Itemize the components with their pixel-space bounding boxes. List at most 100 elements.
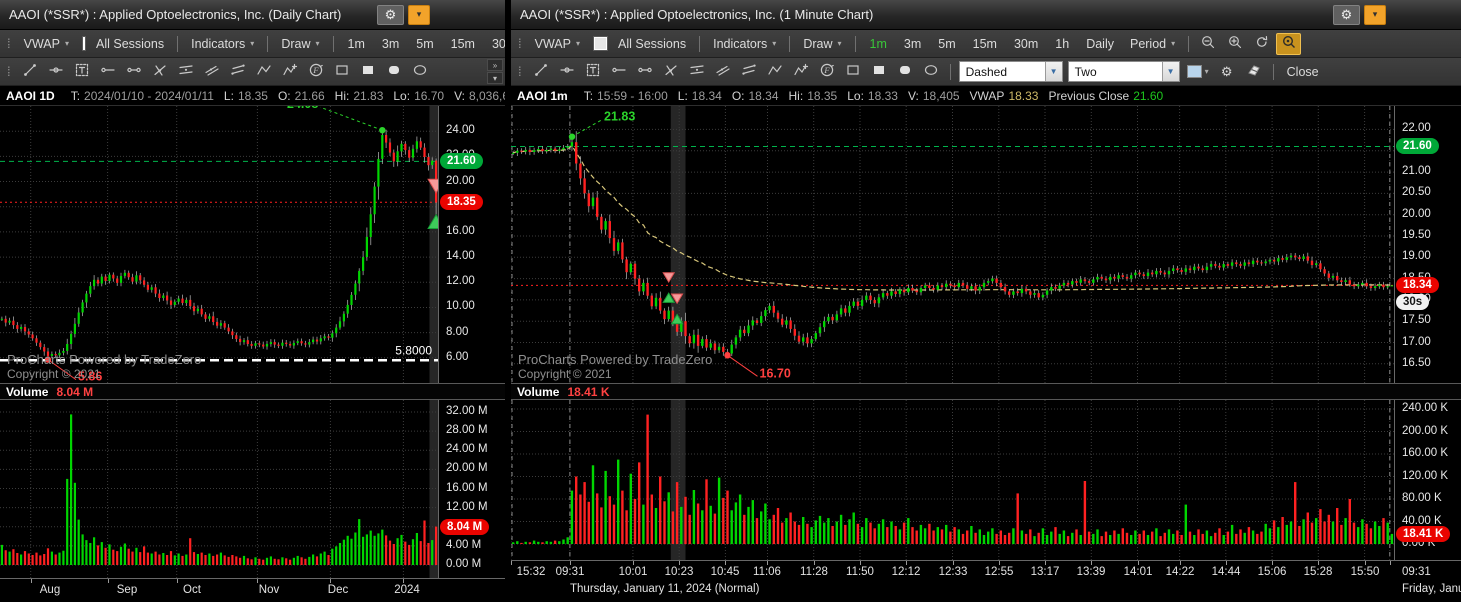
- ray-button[interactable]: [43, 61, 69, 83]
- zigzag-button[interactable]: [251, 61, 277, 83]
- timeframe-1h-button[interactable]: 1h: [1047, 32, 1077, 56]
- zigzag-plus-button[interactable]: [788, 61, 814, 83]
- indicators-dropdown[interactable]: Indicators ▾: [184, 32, 261, 56]
- fibonacci-button[interactable]: F: [303, 61, 329, 83]
- ray-button[interactable]: [554, 61, 580, 83]
- price-tick-label: 19.00: [1402, 250, 1431, 262]
- parallel-lines-button[interactable]: [225, 61, 251, 83]
- timeframe-1m-button[interactable]: 1m: [862, 32, 895, 56]
- timeframe-30m-button[interactable]: 30m: [1006, 32, 1046, 56]
- cross-line-button[interactable]: [147, 61, 173, 83]
- vwap-dropdown[interactable]: VWAP ▾: [17, 32, 76, 56]
- sloped-channel-button[interactable]: [199, 61, 225, 83]
- toolbar-overflow-expand-button[interactable]: »: [487, 59, 503, 71]
- toolbar-grip[interactable]: ⁞: [2, 64, 16, 79]
- text-button[interactable]: [580, 61, 606, 83]
- rect-filled-button[interactable]: [866, 61, 892, 83]
- period-dropdown[interactable]: Period ▾: [1123, 32, 1182, 56]
- extended-line-button[interactable]: [632, 61, 658, 83]
- field-label: L:: [677, 88, 688, 103]
- volume-axis[interactable]: 32.00 M 28.00 M 24.00 M 20.00 M 16.00 M 12.00…: [438, 400, 505, 578]
- time-tick-label: 15:28: [1303, 566, 1333, 578]
- timeframe-1m-button[interactable]: 1m: [340, 32, 373, 56]
- ellipse-outline-button[interactable]: [918, 61, 944, 83]
- price-chart[interactable]: 21.8316.70 16.5017.0017.5018.0018.5019.0…: [511, 106, 1461, 383]
- main-toolbar: ⁞ VWAP ▾ All Sessions Indicators ▾ Draw ▾ 1…: [0, 30, 505, 58]
- gear-icon: ⚙: [1340, 7, 1353, 22]
- horizontal-ray-button[interactable]: [95, 61, 121, 83]
- all-sessions-checkbox[interactable]: [594, 37, 607, 50]
- volume-chart[interactable]: 32.00 M 28.00 M 24.00 M 20.00 M 16.00 M 12.00…: [0, 400, 505, 578]
- volume-axis[interactable]: 240.00 K 200.00 K 160.00 K 120.00 K 80.00 K4…: [1394, 400, 1461, 560]
- channel-button[interactable]: [173, 61, 199, 83]
- settings-gear-button[interactable]: ⚙: [1333, 4, 1360, 25]
- draw-dropdown[interactable]: Draw ▾: [274, 32, 326, 56]
- field-value: 18,405: [922, 88, 960, 103]
- box-zoom-button[interactable]: [1276, 32, 1302, 55]
- sloped-channel-button[interactable]: [710, 61, 736, 83]
- toolbar-grip[interactable]: ⁞: [2, 36, 16, 51]
- line-color-swatch[interactable]: ▾: [1183, 65, 1213, 78]
- time-tick-label: 2024: [394, 584, 420, 596]
- timeframe-3m-button[interactable]: 3m: [374, 32, 407, 56]
- timeframe-5m-button[interactable]: 5m: [408, 32, 441, 56]
- indicators-dropdown[interactable]: Indicators ▾: [706, 32, 783, 56]
- all-sessions-checkbox[interactable]: [83, 37, 85, 50]
- volume-tick-label: 200.00 K: [1402, 425, 1449, 437]
- time-axis[interactable]: Aug Sep Oct Nov Dec 2024: [0, 578, 505, 602]
- rect-filled-round-button[interactable]: [892, 61, 918, 83]
- timeframe-5m-button[interactable]: 5m: [930, 32, 963, 56]
- panel-titlebar[interactable]: AAOI (*SSR*) : Applied Optoelectronics, …: [0, 0, 505, 30]
- toolbar-overflow-more-button[interactable]: ▾: [487, 72, 503, 84]
- rect-outline-button[interactable]: [840, 61, 866, 83]
- trend-line-button[interactable]: [528, 61, 554, 83]
- channel-button[interactable]: [684, 61, 710, 83]
- panel-menu-button[interactable]: ▾: [1364, 4, 1386, 25]
- toolbar-grip[interactable]: ⁞: [513, 64, 527, 79]
- chevron-down-icon: ▾: [64, 39, 69, 48]
- drawing-settings-button[interactable]: ⚙: [1214, 61, 1240, 83]
- parallel-lines-button[interactable]: [736, 61, 762, 83]
- ellipse-outline-button[interactable]: [407, 61, 433, 83]
- zigzag-plus-button[interactable]: [277, 61, 303, 83]
- horizontal-ray-button[interactable]: [606, 61, 632, 83]
- timeframe-15m-button[interactable]: 15m: [965, 32, 1005, 56]
- zigzag-icon: [256, 62, 272, 81]
- panel-titlebar[interactable]: AAOI (*SSR*) : Applied Optoelectronics, …: [511, 0, 1461, 30]
- vwap-dropdown[interactable]: VWAP ▾: [528, 32, 587, 56]
- toolbar-grip[interactable]: ⁞: [513, 36, 527, 51]
- timeframe-daily-button[interactable]: Daily: [1078, 32, 1122, 56]
- rect-filled-button[interactable]: [355, 61, 381, 83]
- svg-text:5.86: 5.86: [78, 370, 102, 383]
- draw-dropdown[interactable]: Draw ▾: [796, 32, 848, 56]
- timeframe-15m-button[interactable]: 15m: [443, 32, 483, 56]
- cross-line-button[interactable]: [658, 61, 684, 83]
- zoom-reset-button[interactable]: [1249, 33, 1274, 55]
- price-chart[interactable]: 5.8000 24.08 5.86 6.00 8.00 10.00 12.00 14.00 1…: [0, 106, 505, 383]
- zoom-out-button[interactable]: [1195, 33, 1220, 55]
- eraser-button[interactable]: [1241, 61, 1267, 83]
- rect-outline-button[interactable]: [329, 61, 355, 83]
- line-width-select[interactable]: Two ▼: [1067, 61, 1180, 82]
- rect-filled-round-button[interactable]: [381, 61, 407, 83]
- timeframe-3m-button[interactable]: 3m: [896, 32, 929, 56]
- price-axis[interactable]: 6.008.0010.0012.0014.0016.0018.0020.0022…: [438, 106, 505, 383]
- zoom-in-button[interactable]: [1222, 33, 1247, 55]
- close-button[interactable]: Close: [1280, 60, 1326, 84]
- text-button[interactable]: [69, 61, 95, 83]
- timeframe-30m-button[interactable]: 30m: [484, 32, 505, 56]
- extended-line-button[interactable]: [121, 61, 147, 83]
- fibonacci-button[interactable]: F: [814, 61, 840, 83]
- volume-chart[interactable]: 240.00 K 200.00 K 160.00 K 120.00 K 80.00 K4…: [511, 400, 1461, 560]
- price-axis[interactable]: 16.5017.0017.5018.0018.5019.0019.5020.00…: [1394, 106, 1461, 383]
- panel-menu-button[interactable]: ▾: [408, 4, 430, 25]
- line-style-select[interactable]: Dashed ▼: [958, 61, 1063, 82]
- time-axis[interactable]: 15:32 09:31 10:01 10:23 10:45 11:06 11:28 11:50…: [511, 560, 1461, 602]
- color-swatch-icon: [1186, 65, 1202, 78]
- settings-gear-button[interactable]: ⚙: [377, 4, 404, 25]
- price-tick-label: 19.50: [1402, 229, 1431, 241]
- zigzag-button[interactable]: [762, 61, 788, 83]
- chevron-down-icon: ▾: [575, 39, 580, 48]
- time-tick-label: 13:17: [1030, 566, 1060, 578]
- trend-line-button[interactable]: [17, 61, 43, 83]
